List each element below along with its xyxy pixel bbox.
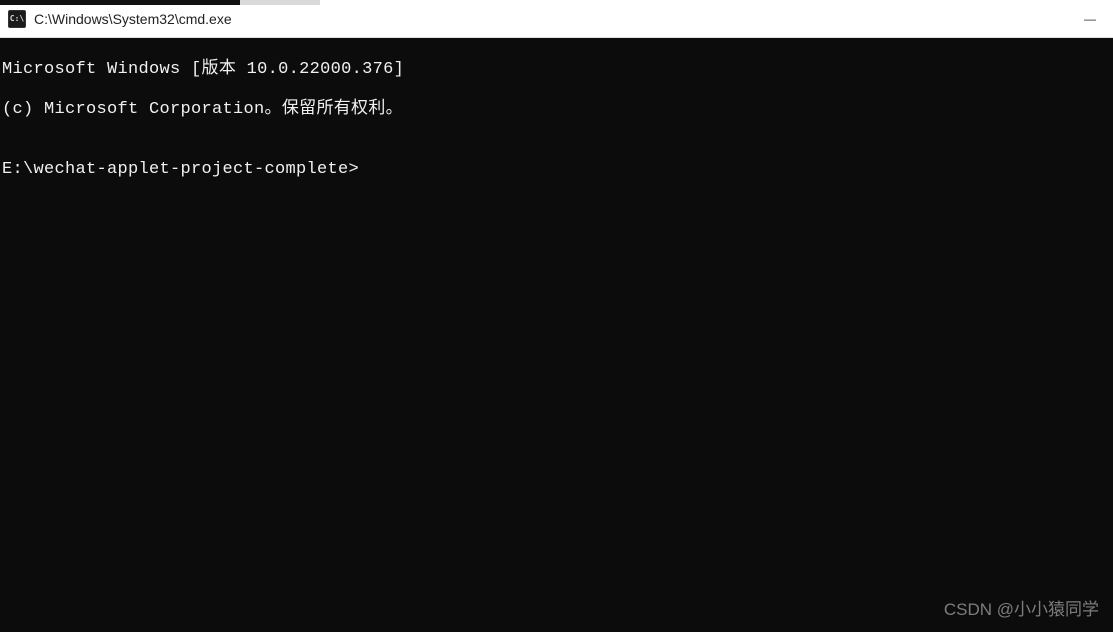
window-titlebar[interactable]: C:\ C:\Windows\System32\cmd.exe —	[0, 0, 1113, 38]
minimize-button[interactable]: —	[1067, 0, 1113, 38]
window-controls: —	[1067, 0, 1113, 37]
terminal-prompt[interactable]: E:\wechat-applet-project-complete>	[2, 160, 1111, 180]
cmd-icon: C:\	[8, 10, 26, 28]
terminal-line-version: Microsoft Windows [版本 10.0.22000.376]	[2, 60, 1111, 80]
window-title: C:\Windows\System32\cmd.exe	[34, 11, 232, 27]
watermark-text: CSDN @小小猿同学	[944, 595, 1099, 620]
terminal-line-copyright: (c) Microsoft Corporation。保留所有权利。	[2, 100, 1111, 120]
terminal-output[interactable]: Microsoft Windows [版本 10.0.22000.376] (c…	[0, 38, 1113, 202]
tab-strip-hint	[0, 0, 240, 5]
titlebar-left-group: C:\ C:\Windows\System32\cmd.exe	[8, 10, 232, 28]
